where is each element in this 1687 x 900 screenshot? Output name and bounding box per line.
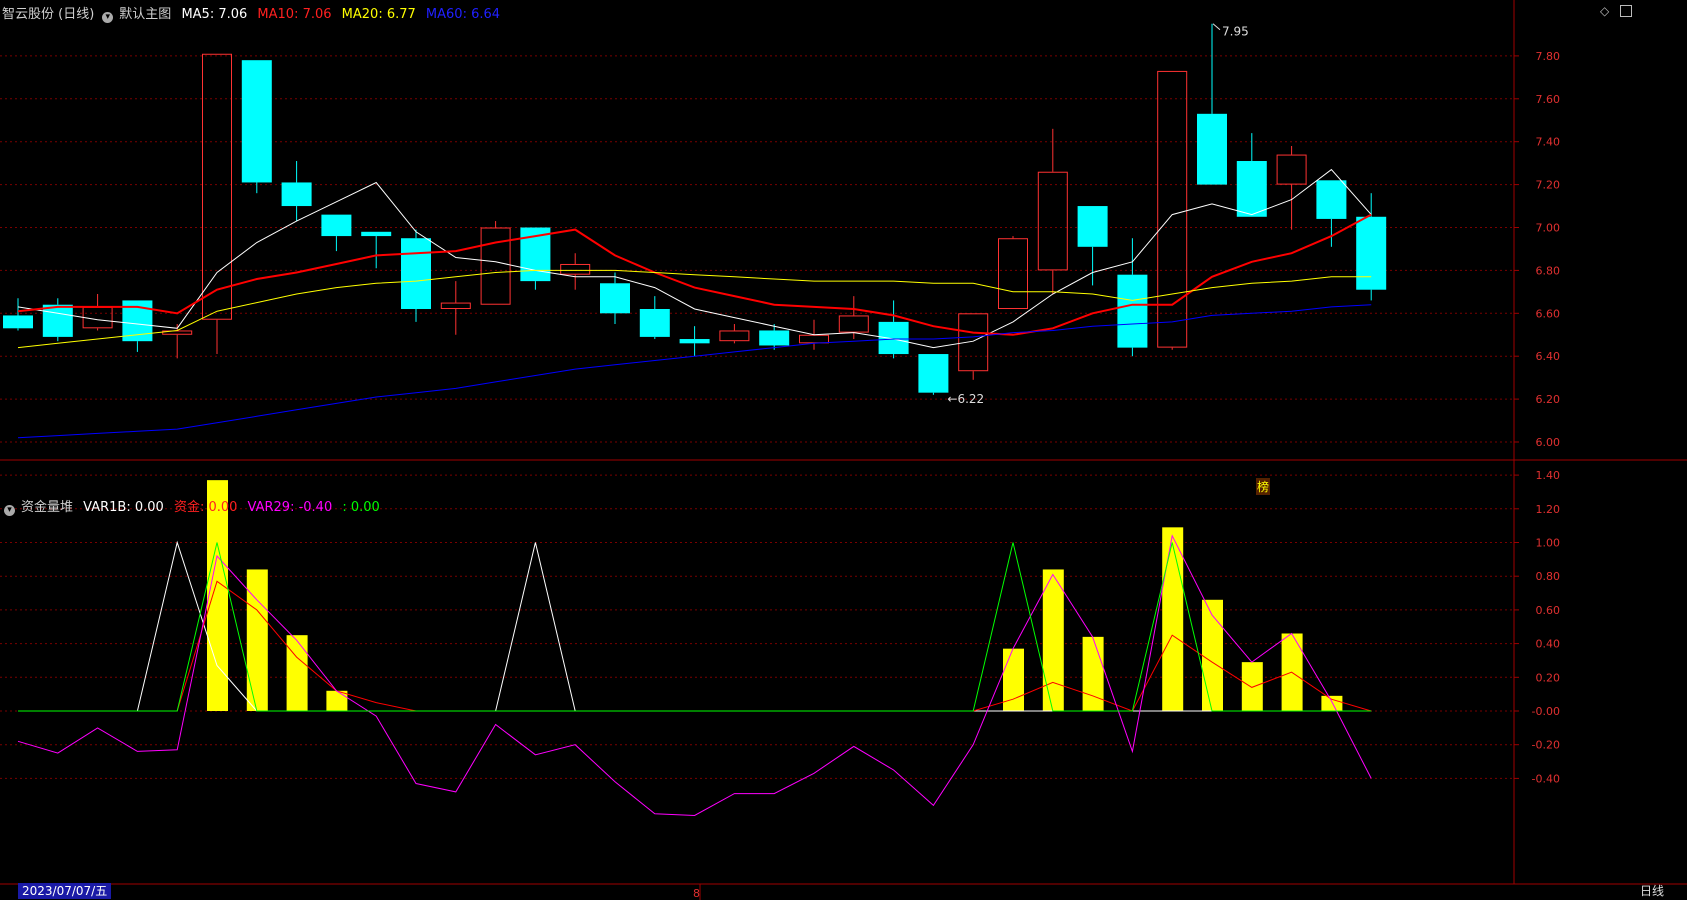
fund-bar <box>286 635 308 711</box>
y-tick-label: 7.60 <box>1536 93 1561 106</box>
indicator-toggle-icon[interactable]: ▾ <box>102 12 114 23</box>
period-label[interactable]: 日线 <box>1640 883 1664 899</box>
candle-body-up <box>799 334 829 344</box>
ma20-value: MA20: 6.77 <box>341 7 416 22</box>
candle-body-down <box>878 321 909 355</box>
candle-body-up <box>560 263 591 275</box>
main-chart-header: 智云股份 (日线) ▾ 默认主图 MA5: 7.06 MA10: 7.06 MA20… <box>2 3 506 23</box>
candle-body-down <box>321 214 352 237</box>
candle-body-down <box>1117 274 1148 348</box>
candle-body-up <box>838 315 869 333</box>
sub-indicator-name[interactable]: 资金量堆 <box>21 500 73 515</box>
y-tick-label: 6.60 <box>1536 307 1561 320</box>
fund-bar <box>246 569 268 711</box>
ma10-value: MA10: 7.06 <box>257 7 332 22</box>
y-tick-label: 0.80 <box>1536 570 1561 583</box>
sub-chart-header: ▾ 资金量堆 VAR1B: 0.00 资金: 0.00 VAR29: -0.40 … <box>2 496 386 516</box>
fund-bar <box>1321 695 1343 711</box>
var1b-value: VAR1B: 0.00 <box>83 500 164 515</box>
y-tick-label: 7.40 <box>1536 136 1561 149</box>
chart-area[interactable]: 6.00 6.20 6.40 6.60 6.80 7.00 7.20 7.40 7.60 7.80… <box>0 0 1687 900</box>
green-value: : 0.00 <box>342 500 380 515</box>
candle-body-down <box>679 339 710 344</box>
candle-body-down <box>600 283 630 314</box>
y-tick-label: 0.40 <box>1536 638 1561 651</box>
candle-body-down <box>281 182 312 207</box>
var29-value: VAR29: -0.40 <box>247 500 333 515</box>
diamond-icon[interactable]: ◇ <box>1600 4 1609 18</box>
y-tick-label: 0.60 <box>1536 604 1561 617</box>
fund-bar <box>1241 662 1263 711</box>
candle-body-down <box>639 309 670 337</box>
min-price-label: ←6.22 <box>947 392 984 406</box>
candle-body-up <box>202 53 232 320</box>
y-tick-label: 6.80 <box>1536 264 1561 277</box>
y-tick-label: 7.20 <box>1536 179 1561 192</box>
candle-body-down <box>1236 161 1267 217</box>
candle-body-up <box>1157 70 1188 348</box>
y-tick-label: -0.20 <box>1532 739 1560 752</box>
max-pointer <box>1212 23 1221 31</box>
y-tick-label: 7.00 <box>1536 222 1561 235</box>
time-marker-label: 8 <box>693 887 700 900</box>
fund-bar <box>1042 569 1064 711</box>
candle-body-up <box>958 313 989 372</box>
y-tick-label: 6.00 <box>1536 436 1561 449</box>
max-price-label: 7.95 <box>1222 25 1249 39</box>
y-tick-label: 0.20 <box>1536 671 1561 684</box>
candle-body-down <box>1316 180 1347 219</box>
candle-body-down <box>1356 216 1387 290</box>
candle-body-down <box>42 304 73 337</box>
fund-bar <box>1082 636 1104 711</box>
zijin-value: 资金: 0.00 <box>173 500 238 515</box>
fund-bar <box>326 690 348 711</box>
candle-body-up <box>1276 154 1307 185</box>
date-label: 2023/07/07/五 <box>18 883 112 899</box>
stock-name: 智云股份 (日线) <box>2 7 95 22</box>
candle-body-down <box>759 330 790 346</box>
candle-body-down <box>3 315 33 329</box>
fund-bar <box>1202 599 1223 711</box>
ranking-badge[interactable]: 榜 <box>1256 478 1271 495</box>
y-tick-label: -0.00 <box>1532 705 1560 718</box>
window-toggle-icon[interactable] <box>1620 5 1632 17</box>
candle-body-up <box>998 238 1028 310</box>
candle-body-down <box>241 60 272 183</box>
candle-body-up <box>719 330 750 342</box>
y-tick-label: 7.80 <box>1536 50 1561 63</box>
candle-body-down <box>401 238 431 310</box>
y-tick-label: 6.20 <box>1536 393 1561 406</box>
candle-body-down <box>918 354 949 393</box>
y-tick-label: 1.00 <box>1536 537 1561 550</box>
candle-body-down <box>361 231 392 237</box>
y-tick-label: 1.20 <box>1536 503 1561 516</box>
main-indicator-name[interactable]: 默认主图 <box>119 7 171 22</box>
ma5-value: MA5: 7.06 <box>181 7 248 22</box>
ma-line-ma5 <box>17 168 1372 349</box>
candle-body-up <box>1037 171 1068 271</box>
fund-bar <box>1162 527 1184 711</box>
candle-body-down <box>1197 113 1227 185</box>
y-tick-label: 6.40 <box>1536 350 1561 363</box>
ma60-value: MA60: 6.64 <box>425 7 501 22</box>
y-tick-label: -0.40 <box>1532 772 1560 785</box>
candle-body-up <box>480 227 511 305</box>
candle-body-up <box>440 302 471 310</box>
ma-line-ma60 <box>17 304 1372 439</box>
candle-body-down <box>1077 206 1108 247</box>
y-tick-label: 1.40 <box>1536 469 1561 482</box>
sub-indicator-toggle-icon[interactable]: ▾ <box>4 505 15 516</box>
